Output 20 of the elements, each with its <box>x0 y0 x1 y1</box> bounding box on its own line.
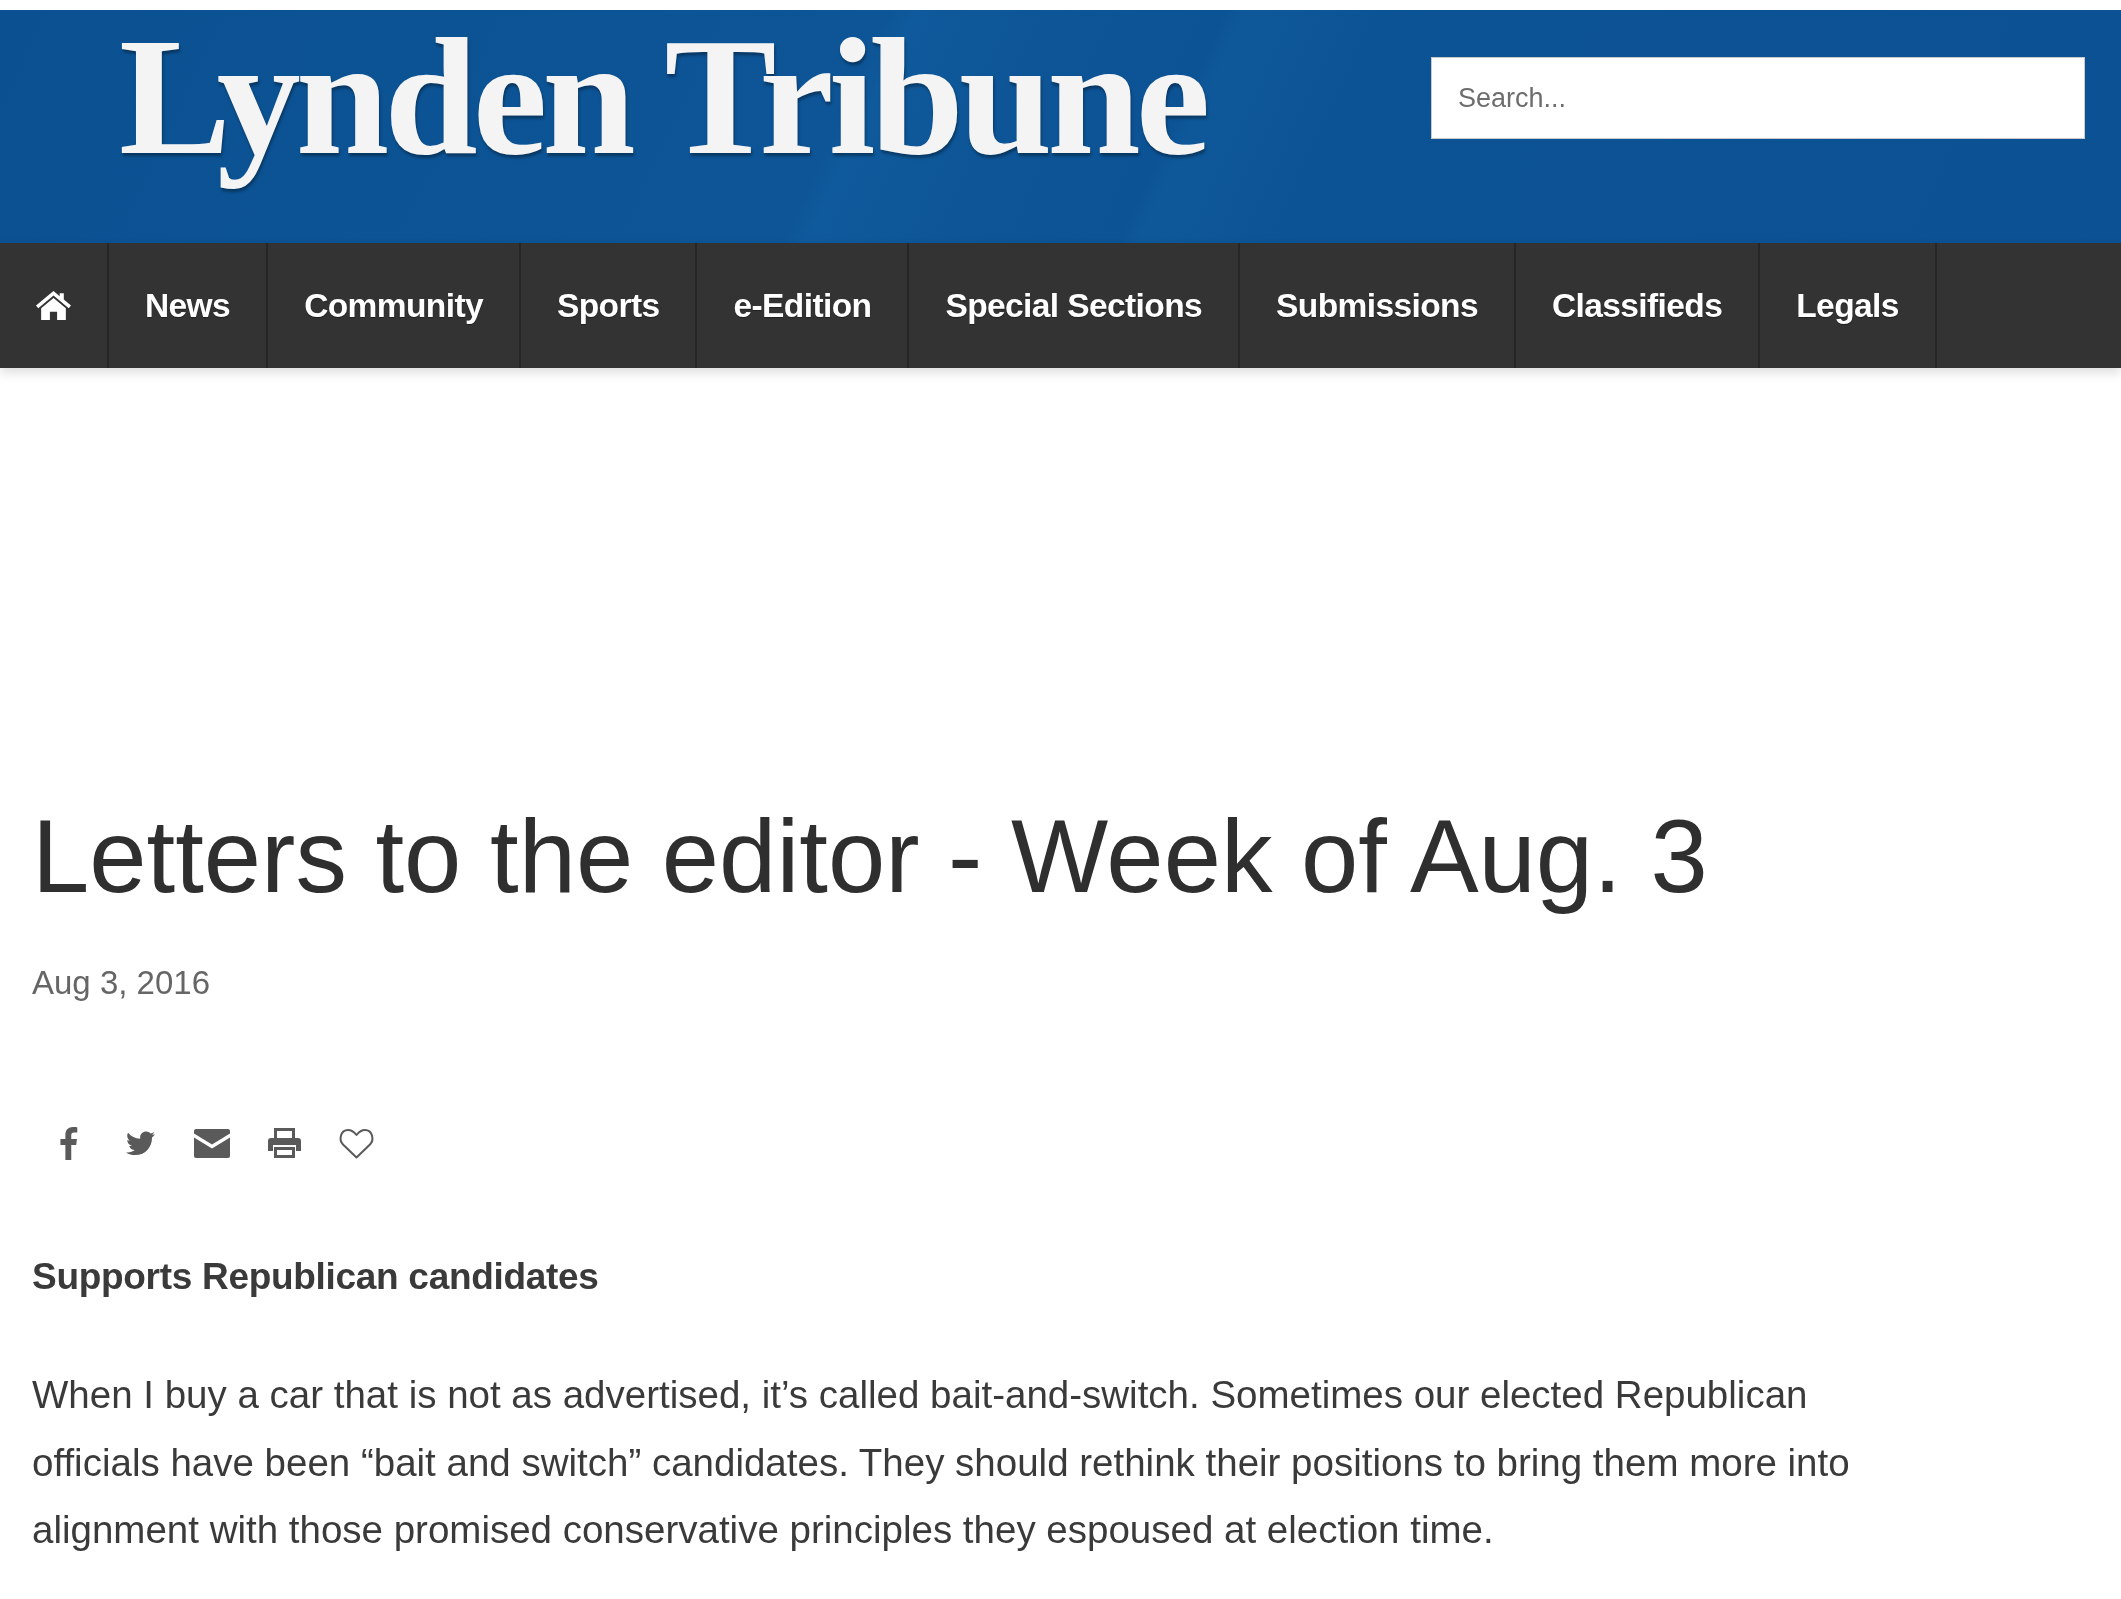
home-icon[interactable] <box>36 291 71 320</box>
search-field[interactable]: Search... <box>1431 57 2085 139</box>
facebook-icon[interactable] <box>58 1126 78 1160</box>
article-title: Letters to the editor - Week of Aug. 3 <box>32 798 1709 916</box>
article-date: Aug 3, 2016 <box>32 964 211 1002</box>
article-paragraph: When I buy a car that is not as advertised, it’s called bait-and-switch. Sometimes our elected Republican officials have been “bait and switch” candidates. They should rethink their positions to bring them more into alignment with those promised conservative principles they espoused at election time. <box>32 1372 1851 1553</box>
site-logo[interactable]: Lynden Tribune <box>119 10 1206 194</box>
nav-link[interactable]: News <box>109 243 269 368</box>
nav-link[interactable]: Special Sections <box>909 243 1241 368</box>
heart-icon[interactable] <box>337 1127 375 1159</box>
nav-link[interactable]: Sports <box>521 243 698 368</box>
nav-link[interactable]: Classifieds <box>1515 243 1761 368</box>
nav-link[interactable]: Submissions <box>1240 243 1516 368</box>
section-heading: Supports Republican candidates <box>32 1255 600 1299</box>
nav-link[interactable]: Legals <box>1760 243 1937 368</box>
envelope-icon[interactable] <box>194 1128 230 1158</box>
printer-icon[interactable] <box>267 1128 301 1158</box>
nav-link[interactable]: e-Edition <box>697 243 910 368</box>
nav-link[interactable]: Community <box>268 243 521 368</box>
twitter-icon[interactable] <box>125 1130 155 1156</box>
